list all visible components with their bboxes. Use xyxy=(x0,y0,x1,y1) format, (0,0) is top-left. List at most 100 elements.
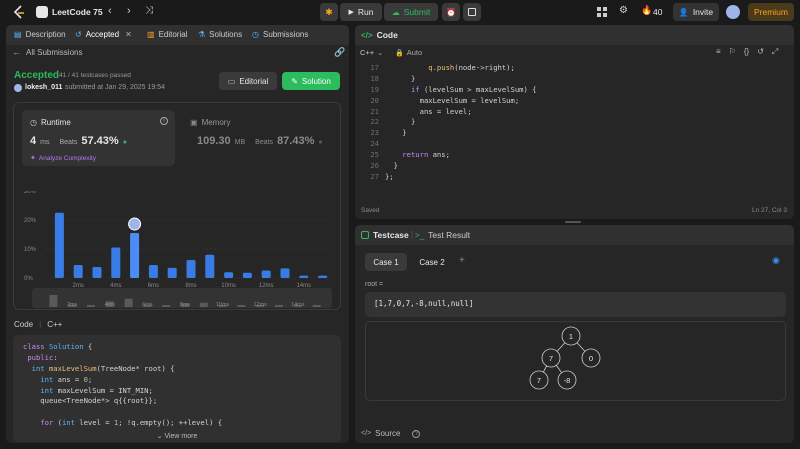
chart-bar xyxy=(261,270,271,278)
invite-button[interactable]: 👤 Invite xyxy=(673,3,719,21)
leetcode-logo-icon[interactable] xyxy=(12,5,26,19)
close-tab-icon[interactable]: ✕ xyxy=(125,30,132,39)
analyze-complexity-link[interactable]: ✦ Analyze Complexity xyxy=(30,154,96,163)
add-case-icon[interactable]: + xyxy=(459,255,465,266)
back-all-submissions[interactable]: ← All Submissions xyxy=(12,47,82,57)
code-brackets-icon: </> xyxy=(361,30,373,40)
language-select[interactable]: C++ ⌄ xyxy=(360,48,383,57)
editorial-button[interactable]: ▭ Editorial xyxy=(219,72,277,90)
username[interactable]: lokesh_011 xyxy=(25,84,62,91)
svg-text:1: 1 xyxy=(569,332,573,341)
format-icon[interactable]: ≡ xyxy=(716,47,721,57)
avatar[interactable] xyxy=(726,5,740,19)
reset-icon[interactable]: ↺ xyxy=(757,47,764,57)
note-icon xyxy=(468,8,476,16)
memory-beats-label: Beats xyxy=(255,139,274,146)
runtime-unit: ms xyxy=(40,139,50,146)
premium-button[interactable]: Premium xyxy=(748,3,794,21)
root-input[interactable]: [1,7,0,7,-8,null,null] xyxy=(365,292,786,317)
code-line: int maxLevelSum(TreeNode* root) { xyxy=(31,363,175,373)
code-editor-panel: </> Code C++ ⌄ 🔒 Auto ≡ ⚐ {} ↺ ⤢ 17 18 19 2… xyxy=(355,25,794,219)
streak-fire-icon[interactable]: 🔥 xyxy=(641,5,652,16)
runtime-card[interactable]: ◷ Runtime i 4 ms Beats 57.43% ● ✦ Analyz… xyxy=(22,110,175,166)
clock-icon: ◷ xyxy=(252,30,259,39)
line-number: 17 xyxy=(370,63,379,72)
code-brackets-icon: </> xyxy=(361,430,372,437)
code-line: queue<TreeNode*> q{{root}}; xyxy=(23,396,158,406)
terminal-icon: >_ xyxy=(415,230,425,240)
code-line: return ans; xyxy=(385,150,450,160)
eye-icon[interactable]: ◉ xyxy=(772,255,780,266)
runtime-distribution-chart[interactable]: 30%20%10%0%2ms 4ms 6ms 8ms 10ms 12ms 14ms2ms 4m… xyxy=(14,191,342,309)
case-2-tab[interactable]: Case 2 xyxy=(411,253,453,271)
memory-card[interactable]: ▣ Memory 109.30 MB Beats 87.43% ● xyxy=(182,110,335,166)
user-avatar[interactable] xyxy=(14,84,22,92)
tab-editorial[interactable]: ▥ Editorial xyxy=(147,30,187,39)
memory-value: 109.30 xyxy=(197,135,231,147)
problem-list-title[interactable]: LeetCode 75 xyxy=(52,6,103,18)
info-icon[interactable]: i xyxy=(160,117,168,125)
code-line: }; xyxy=(385,171,394,181)
left-panel: ▤ Description ↺ Accepted ✕ ▥ Editorial ⚗… xyxy=(6,25,349,443)
navigator-bar xyxy=(87,304,95,307)
line-number: 18 xyxy=(370,73,379,83)
auto-mode-toggle[interactable]: 🔒 Auto xyxy=(395,48,422,57)
navigator-tick-label: 6ms xyxy=(142,302,153,308)
streak-count[interactable]: 40 xyxy=(653,7,662,17)
bookmark-icon[interactable]: ⚐ xyxy=(729,47,736,57)
alarm-icon: ⏰ xyxy=(446,7,456,17)
case-2-label: Case 2 xyxy=(419,257,445,267)
navigator-bar xyxy=(237,305,246,307)
chart-bar xyxy=(280,268,290,278)
fullscreen-icon[interactable]: ⤢ xyxy=(772,47,778,57)
editor-text[interactable]: q.push(node->right); } if (levelSum > ma… xyxy=(385,63,536,183)
timer-button[interactable]: ⏰ xyxy=(442,3,460,21)
tab-accepted[interactable]: ↺ Accepted ✕ xyxy=(75,30,132,39)
navigator-tick-label: 10ms xyxy=(216,302,230,308)
code-line: class Solution { xyxy=(23,342,93,351)
layout-grid-icon[interactable] xyxy=(597,7,607,17)
shuffle-icon[interactable]: ⤨ xyxy=(145,5,153,16)
tab-solutions[interactable]: ⚗ Solutions xyxy=(198,30,242,39)
submit-button[interactable]: ☁ Submit xyxy=(384,3,438,21)
book-open-icon: ▭ xyxy=(227,76,236,86)
svg-text:0: 0 xyxy=(589,354,593,363)
run-label: Run xyxy=(357,7,374,17)
tab-submissions-label: Submissions xyxy=(262,30,309,39)
prev-problem-icon[interactable]: ‹ xyxy=(108,5,112,17)
tab-testcase-label: Testcase xyxy=(373,230,409,240)
tab-testcase[interactable]: Testcase xyxy=(361,230,409,240)
notes-button[interactable] xyxy=(463,3,481,21)
analyze-label: Analyze Complexity xyxy=(38,154,96,162)
view-more-button[interactable]: ⌄ View more xyxy=(13,432,341,440)
testcase-tab-strip: Testcase | >_ Test Result xyxy=(355,225,794,245)
source-toggle[interactable]: </> Source ? xyxy=(361,429,421,438)
panel-resize-handle[interactable] xyxy=(565,221,581,223)
tab-test-result[interactable]: >_ Test Result xyxy=(415,230,470,240)
chart-bar xyxy=(167,267,177,278)
case-1-tab[interactable]: Case 1 xyxy=(365,253,407,271)
settings-gear-icon[interactable]: ⚙ xyxy=(619,5,628,16)
y-tick-label: 20% xyxy=(24,218,37,224)
submitted-code-block[interactable]: class Solution { public: int maxLevelSum… xyxy=(13,335,341,442)
code-line: for (int level = 1; !q.empty(); ++level)… xyxy=(40,418,223,428)
problem-list-icon[interactable] xyxy=(36,6,48,18)
line-number: 21 xyxy=(370,106,379,116)
next-problem-icon[interactable]: › xyxy=(127,5,131,17)
tab-code[interactable]: </> Code xyxy=(361,30,398,40)
help-icon[interactable]: ? xyxy=(412,429,421,438)
runtime-header: ◷ Runtime xyxy=(30,118,71,127)
tab-editorial-label: Editorial xyxy=(158,30,188,39)
solution-button[interactable]: ✎ Solution xyxy=(282,72,340,90)
debug-button[interactable]: ✱ xyxy=(320,3,338,21)
history-icon: ↺ xyxy=(75,30,82,39)
run-button[interactable]: ▶ Run xyxy=(340,3,382,21)
tab-submissions[interactable]: ◷ Submissions xyxy=(252,30,308,39)
link-icon[interactable]: 🔗 xyxy=(334,47,345,58)
tab-description[interactable]: ▤ Description xyxy=(14,30,66,39)
runtime-value: 4 xyxy=(30,135,37,147)
braces-icon[interactable]: {} xyxy=(744,47,749,57)
memory-label: Memory xyxy=(201,118,231,127)
tree-node: -8 xyxy=(557,370,577,390)
